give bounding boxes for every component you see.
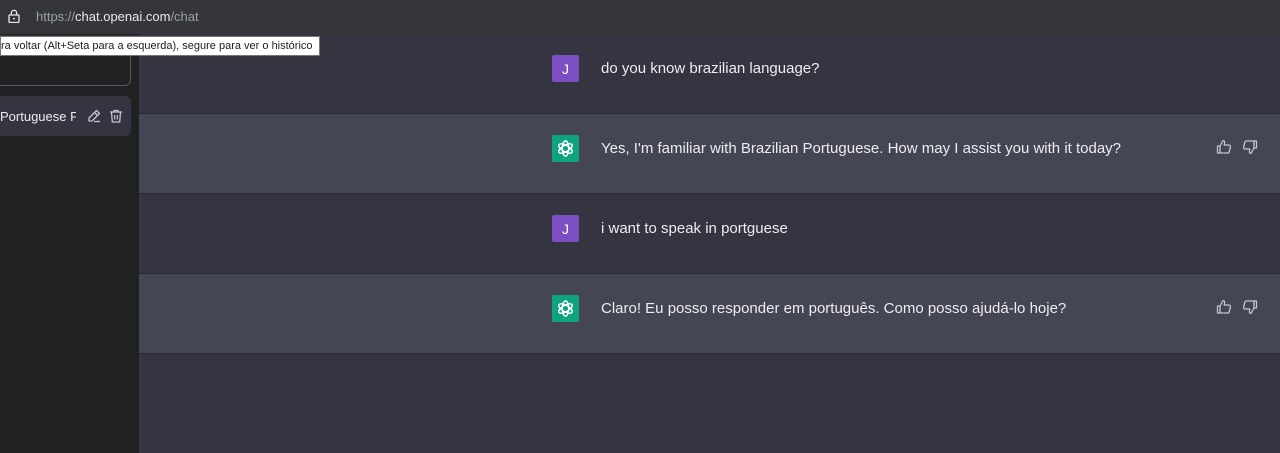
- browser-url-bar[interactable]: https://chat.openai.com/chat: [0, 0, 1280, 35]
- message-row-user: J i want to speak in portguese: [139, 194, 1280, 274]
- user-avatar: J: [552, 55, 579, 82]
- url-domain: chat.openai.com: [75, 9, 171, 24]
- thumbs-down-icon[interactable]: [1241, 298, 1259, 316]
- back-button-tooltip: ra voltar (Alt+Seta para a esquerda), se…: [0, 36, 320, 56]
- url-prefix: https://: [36, 9, 76, 24]
- message-row-assistant: Claro! Eu posso responder em português. …: [139, 274, 1280, 354]
- url-text[interactable]: https://chat.openai.com/chat: [36, 9, 199, 24]
- url-path: /chat: [170, 9, 199, 24]
- message-text: i want to speak in portguese: [601, 220, 788, 237]
- message-row-assistant: Yes, I'm familiar with Brazilian Portugu…: [139, 114, 1280, 194]
- message-text: Yes, I'm familiar with Brazilian Portugu…: [601, 140, 1122, 157]
- chat-thread: J do you know brazilian language? Yes, I…: [139, 34, 1280, 453]
- openai-logo-icon: [552, 295, 579, 322]
- conversation-title: Portuguese Fa: [0, 109, 76, 124]
- openai-logo-icon: [552, 135, 579, 162]
- trash-icon[interactable]: [108, 108, 124, 124]
- sidebar: Portuguese Fa: [0, 36, 139, 453]
- thumbs-up-icon[interactable]: [1215, 138, 1233, 156]
- thumbs-up-icon[interactable]: [1215, 298, 1233, 316]
- message-text: Claro! Eu posso responder em português. …: [601, 300, 1067, 317]
- pencil-icon[interactable]: [86, 108, 102, 124]
- lock-icon[interactable]: [8, 9, 20, 23]
- conversation-item[interactable]: Portuguese Fa: [0, 96, 131, 136]
- user-avatar: J: [552, 215, 579, 242]
- thumbs-down-icon[interactable]: [1241, 138, 1259, 156]
- message-text: do you know brazilian language?: [601, 60, 820, 77]
